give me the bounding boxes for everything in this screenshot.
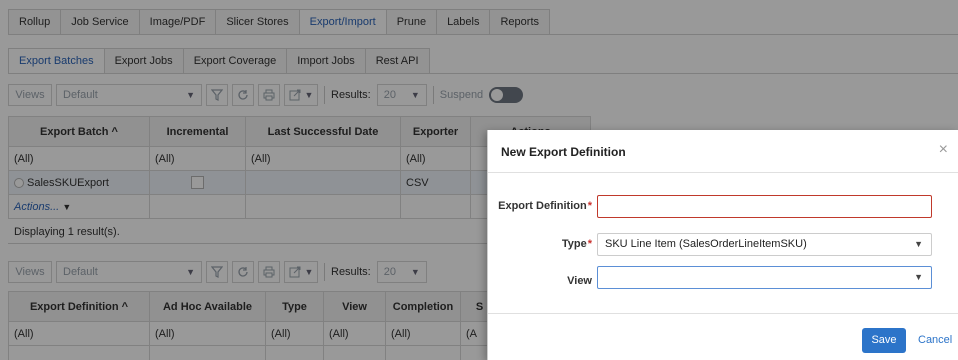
type-label: Type* (498, 238, 592, 250)
export-definition-input[interactable] (597, 195, 932, 218)
view-label: View (567, 275, 592, 287)
required-marker: * (587, 200, 592, 212)
save-button[interactable]: Save (862, 328, 906, 353)
dialog-header: New Export Definition × (488, 130, 958, 173)
chevron-down-icon: ▼ (914, 239, 923, 249)
export-definition-label-text: Export Definition (498, 200, 587, 212)
type-label-text: Type (561, 238, 587, 250)
dialog-footer-divider (488, 313, 958, 314)
export-definition-label: Export Definition* (498, 200, 592, 212)
view-select[interactable]: ▼ (597, 266, 932, 289)
dialog-title: New Export Definition (501, 145, 626, 159)
chevron-down-icon: ▼ (914, 272, 923, 282)
type-select[interactable]: SKU Line Item (SalesOrderLineItemSKU) ▼ (597, 233, 932, 256)
type-select-value: SKU Line Item (SalesOrderLineItemSKU) (605, 238, 807, 250)
required-marker: * (587, 238, 592, 250)
cancel-button[interactable]: Cancel (918, 334, 952, 346)
close-icon[interactable]: × (939, 141, 948, 159)
new-export-definition-dialog: New Export Definition × Export Definitio… (487, 130, 958, 360)
